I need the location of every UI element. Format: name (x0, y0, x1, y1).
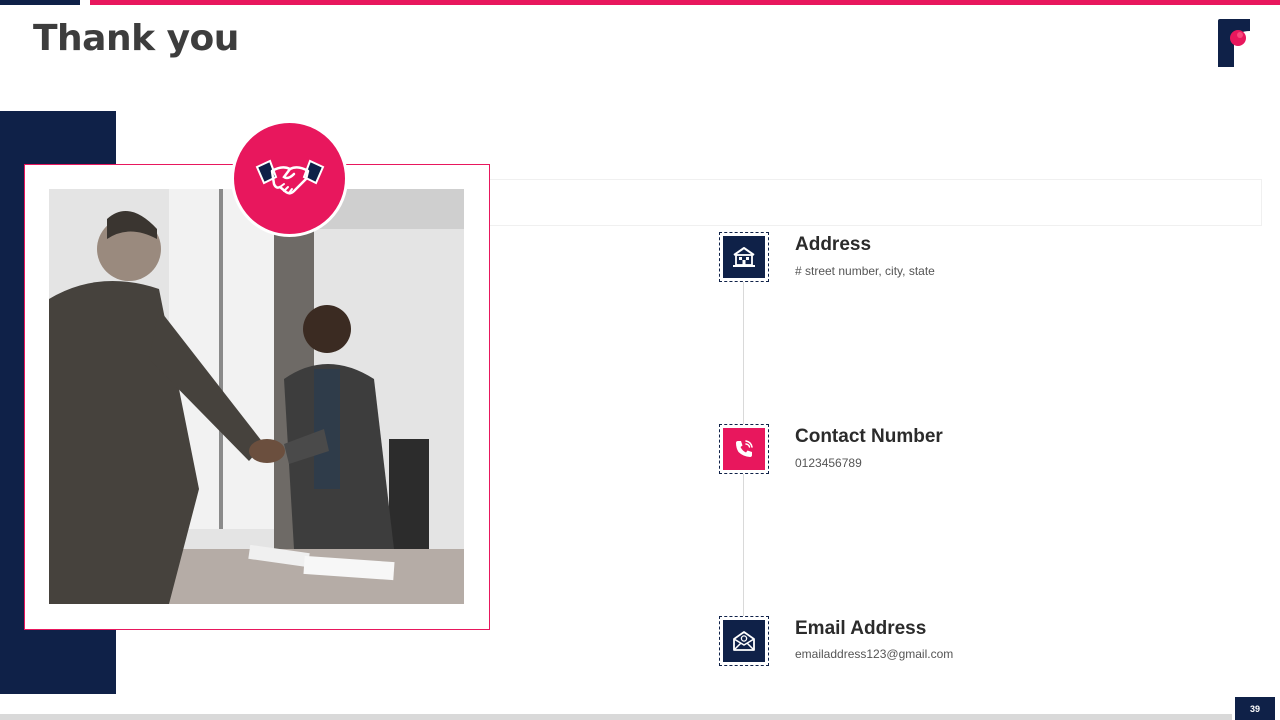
bottom-rule (0, 714, 1232, 720)
top-accent-bar-pink (90, 0, 1280, 5)
phone-detail: 0123456789 (795, 456, 862, 470)
phone-heading: Contact Number (795, 426, 943, 447)
email-detail: emailaddress123@gmail.com (795, 647, 954, 661)
handshake-badge (231, 120, 348, 237)
address-detail: # street number, city, state (795, 264, 935, 278)
phone-icon (736, 440, 753, 457)
top-accent-bar-dark (0, 0, 80, 5)
phone-icon-box (719, 424, 769, 474)
address-icon-box (719, 232, 769, 282)
email-icon (733, 631, 755, 651)
building-icon (733, 247, 755, 267)
email-icon-box (719, 616, 769, 666)
handshake-icon (255, 159, 324, 195)
page-number: 39 (1235, 697, 1275, 720)
handshake-photo (49, 189, 464, 604)
brand-logo (1218, 19, 1250, 67)
address-heading: Address (795, 234, 872, 255)
slide-title: Thank you (33, 18, 239, 59)
content-outline-box (490, 179, 1262, 226)
email-heading: Email Address (795, 618, 927, 639)
photo-frame (24, 164, 490, 630)
